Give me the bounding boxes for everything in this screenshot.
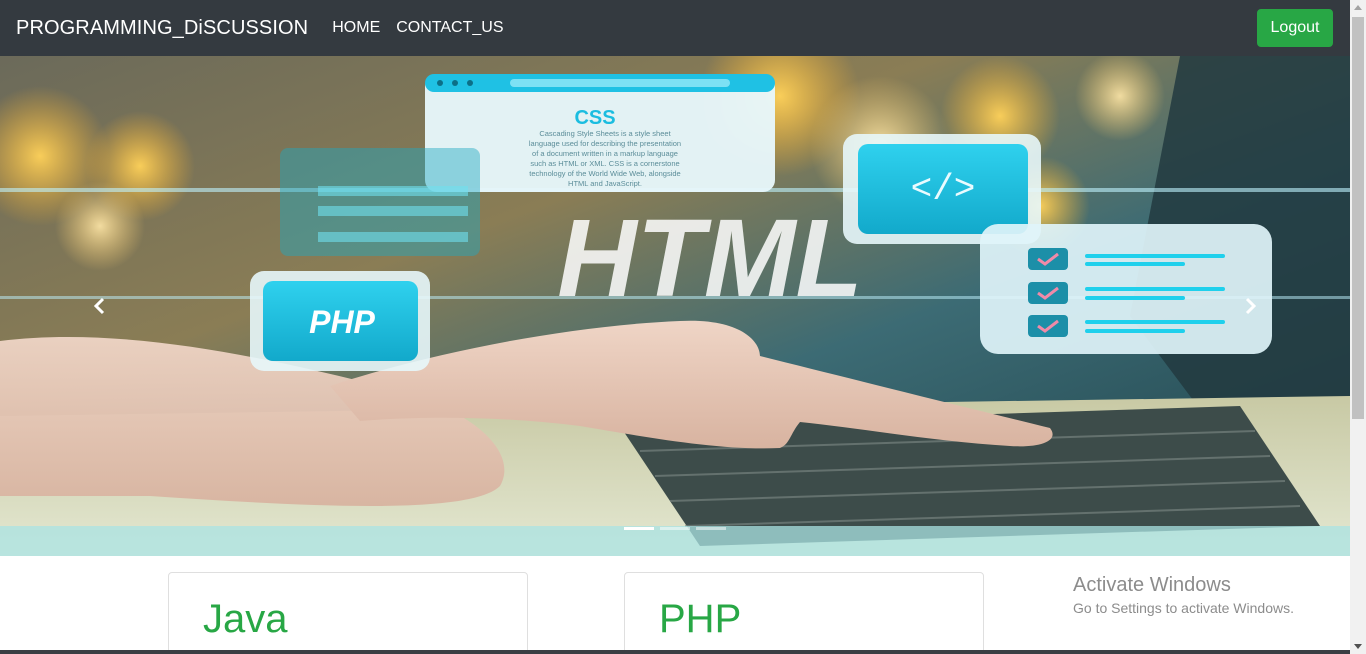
watermark-subtitle: Go to Settings to activate Windows.: [1073, 600, 1294, 616]
carousel-slide: CSS Cascading Style Sheets is a style sh…: [0, 56, 1350, 556]
css-card-text-line: Cascading Style Sheets is a style sheet: [539, 129, 671, 138]
brand-link[interactable]: PROGRAMMING_DiSCUSSION: [16, 17, 308, 40]
watermark-title: Activate Windows: [1073, 574, 1231, 596]
topic-card-php: PHP: [624, 572, 984, 654]
carousel-indicator[interactable]: [696, 527, 726, 530]
css-card-text-line: of a document written in a markup langua…: [532, 149, 678, 158]
nav-contact-link[interactable]: CONTACT_US: [396, 19, 503, 37]
css-card-text-line: language used for describing the present…: [529, 139, 681, 148]
top-navbar: PROGRAMMING_DiSCUSSION HOME CONTACT_US L…: [0, 0, 1350, 56]
hero-carousel: CSS Cascading Style Sheets is a style sh…: [0, 56, 1350, 556]
css-card-text-line: technology of the World Wide Web, alongs…: [529, 169, 680, 178]
carousel-indicator[interactable]: [624, 527, 654, 530]
topic-card-title[interactable]: Java: [203, 597, 288, 642]
nav-home-link[interactable]: HOME: [332, 19, 380, 37]
css-card-title: CSS: [574, 107, 615, 129]
page: PROGRAMMING_DiSCUSSION HOME CONTACT_US L…: [0, 0, 1366, 654]
chevron-left-icon: [93, 297, 105, 315]
carousel-indicator[interactable]: [660, 527, 690, 530]
vertical-scrollbar[interactable]: [1350, 0, 1366, 654]
scroll-thumb[interactable]: [1352, 17, 1364, 419]
css-card-text-line: HTML and JavaScript.: [568, 179, 642, 188]
nav-links: HOME CONTACT_US: [332, 19, 519, 37]
php-icon-text: PHP: [309, 304, 375, 340]
taskbar-edge: [0, 650, 1350, 654]
topic-card-title[interactable]: PHP: [659, 597, 741, 642]
topic-card-java: Java: [168, 572, 528, 654]
scroll-up-arrow-icon[interactable]: [1354, 5, 1362, 10]
logout-button[interactable]: Logout: [1257, 9, 1333, 47]
carousel-indicators: [0, 527, 1350, 530]
chevron-right-icon: [1245, 297, 1257, 315]
activate-windows-watermark: Activate Windows Go to Settings to activ…: [1073, 574, 1294, 616]
scroll-down-arrow-icon[interactable]: [1354, 644, 1362, 649]
code-icon-text: </>: [911, 169, 976, 210]
slide-big-text: HTML: [557, 197, 862, 320]
carousel-next-button[interactable]: [1150, 56, 1350, 556]
css-card-text-line: such as HTML or XML. CSS is a cornerston…: [530, 159, 679, 168]
slide-image: CSS Cascading Style Sheets is a style sh…: [0, 56, 1350, 556]
carousel-prev-button[interactable]: [0, 56, 200, 556]
